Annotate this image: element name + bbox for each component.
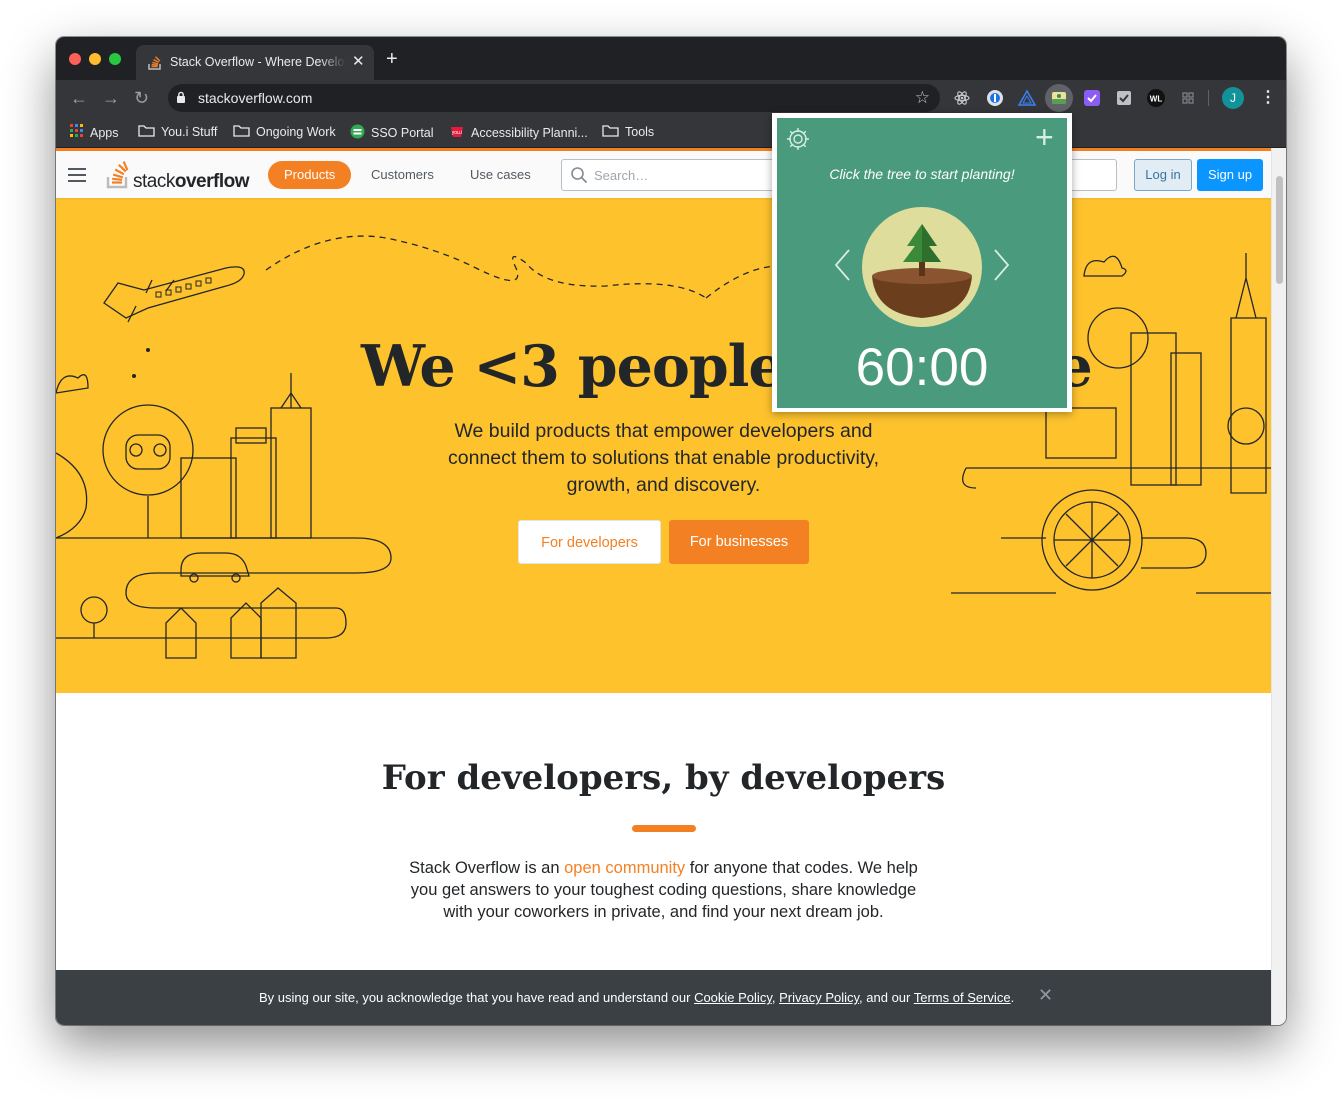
check-grey-extension-icon[interactable] (1114, 88, 1134, 108)
hamburger-menu-icon[interactable] (68, 168, 86, 186)
toolbar-divider (1208, 90, 1209, 106)
back-icon[interactable]: ← (70, 88, 88, 108)
forest-popup: + Click the tree to start planting! 60:0… (772, 113, 1072, 412)
privacy-policy-link[interactable]: Privacy Policy (779, 990, 859, 1005)
sso-icon (350, 124, 365, 142)
wl-extension-icon[interactable]: WL (1146, 88, 1166, 108)
forest-panel: + Click the tree to start planting! 60:0… (777, 118, 1067, 408)
scrollbar-thumb[interactable] (1276, 176, 1283, 284)
bookmark-label: Accessibility Planni... (471, 126, 588, 140)
hero-section: We <3 people who code We build products … (56, 198, 1271, 693)
bookmark-tools[interactable]: Tools (602, 124, 654, 140)
bookmark-youi-stuff[interactable]: You.i Stuff (138, 124, 217, 140)
cookie-policy-link[interactable]: Cookie Policy (694, 990, 772, 1005)
signup-button[interactable]: Sign up (1197, 159, 1263, 191)
browser-window: Stack Overflow - Where Developers Learn,… (56, 37, 1286, 1025)
forest-extension-icon[interactable] (1045, 84, 1073, 112)
tab-close-icon[interactable]: ✕ (352, 52, 365, 70)
grid-extension-icon[interactable] (1178, 88, 1198, 108)
stackoverflow-topbar: stackoverflow Products Customers Use cas… (56, 148, 1271, 198)
cookie-text: By using our site, you acknowledge that … (259, 990, 1015, 1005)
section-title: For developers, by developers (381, 758, 946, 798)
folder-icon (233, 124, 250, 140)
minimize-window-button[interactable] (89, 53, 101, 65)
cookie-banner: By using our site, you acknowledge that … (56, 970, 1271, 1025)
page-scrollbar[interactable] (1271, 148, 1286, 1025)
section-body: Stack Overflow is an open community for … (409, 859, 918, 921)
bookmark-accessibility-planning[interactable]: you.i Accessibility Planni... (449, 124, 588, 142)
for-developers-button[interactable]: For developers (518, 520, 661, 564)
nav-products[interactable]: Products (268, 161, 352, 189)
folder-icon (138, 124, 155, 140)
bookmark-label: Ongoing Work (256, 125, 336, 139)
chevron-right-icon[interactable] (993, 248, 1011, 287)
svg-text:you.i: you.i (452, 130, 463, 136)
react-devtools-extension-icon[interactable] (952, 88, 972, 108)
web-page: stackoverflow Products Customers Use cas… (56, 148, 1271, 1025)
forward-icon[interactable]: → (102, 88, 120, 108)
stackoverflow-favicon-icon (148, 55, 162, 75)
bookmark-ongoing-work[interactable]: Ongoing Work (233, 124, 336, 140)
add-tag-icon[interactable]: + (1035, 121, 1054, 153)
search-icon (570, 166, 588, 189)
bookmark-apps[interactable]: Apps (70, 124, 119, 141)
stackoverflow-logo-icon (106, 159, 130, 194)
tree-planting-icon[interactable] (861, 206, 983, 333)
login-button[interactable]: Log in (1134, 159, 1192, 191)
address-bar[interactable]: stackoverflow.com ☆ (168, 84, 940, 112)
close-cookie-icon[interactable]: ✕ (1038, 985, 1053, 1006)
section-divider (632, 825, 696, 832)
logo-wordmark: stackoverflow (133, 171, 249, 192)
close-window-button[interactable] (69, 53, 81, 65)
profile-avatar[interactable]: J (1222, 87, 1244, 109)
youi-icon: you.i (449, 124, 465, 142)
bookmark-label: Tools (625, 125, 655, 139)
search-placeholder: Search… (594, 168, 649, 183)
browser-tab-active[interactable]: Stack Overflow - Where Developers Learn,… (136, 45, 374, 80)
browser-toolbar: ← → ↻ stackoverflow.com ☆ WL J ⋮ (56, 80, 1286, 116)
bookmark-sso-portal[interactable]: SSO Portal (350, 124, 434, 142)
chevron-left-icon[interactable] (833, 248, 851, 287)
tab-strip: Stack Overflow - Where Developers Learn,… (56, 37, 1286, 80)
bookmark-label: Apps (90, 125, 119, 140)
open-community-link[interactable]: open community (564, 859, 685, 877)
forest-hint: Click the tree to start planting! (829, 166, 1015, 182)
new-tab-button[interactable]: + (386, 49, 398, 69)
triangle-extension-icon[interactable] (1017, 88, 1037, 108)
stackoverflow-logo[interactable]: stackoverflow (106, 159, 249, 194)
folder-icon (602, 124, 619, 140)
apps-grid-icon (70, 124, 84, 141)
bookmark-star-icon[interactable]: ☆ (915, 88, 930, 108)
browser-menu-icon[interactable]: ⋮ (1260, 87, 1276, 107)
bookmark-label: You.i Stuff (161, 125, 218, 139)
for-businesses-button[interactable]: For businesses (669, 520, 809, 564)
accessibility-extension-icon[interactable] (985, 88, 1005, 108)
bookmark-label: SSO Portal (371, 126, 434, 140)
svg-text:WL: WL (1150, 95, 1163, 104)
tab-title: Stack Overflow - Where Developers Learn,… (170, 55, 346, 69)
check-purple-extension-icon[interactable] (1082, 88, 1102, 108)
nav-use-cases[interactable]: Use cases (454, 161, 547, 189)
reload-icon[interactable]: ↻ (134, 88, 149, 108)
nav-customers[interactable]: Customers (355, 161, 450, 189)
focus-timer: 60:00 (855, 338, 989, 397)
terms-of-service-link[interactable]: Terms of Service (914, 990, 1011, 1005)
url-text: stackoverflow.com (198, 90, 313, 106)
lock-icon (176, 91, 186, 109)
maximize-window-button[interactable] (109, 53, 121, 65)
hero-subtitle: We build products that empower developer… (447, 420, 880, 496)
bookmarks-bar: Apps You.i Stuff Ongoing Work SSO Portal… (56, 116, 1286, 148)
settings-gear-icon[interactable] (785, 126, 811, 157)
